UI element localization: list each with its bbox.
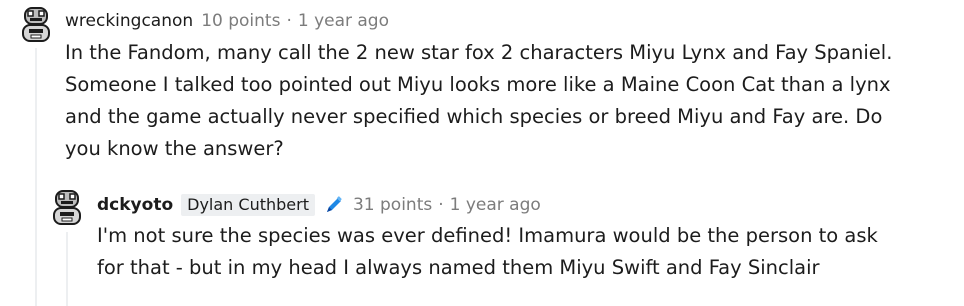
thread-line[interactable] — [66, 232, 68, 306]
separator: · — [286, 11, 292, 31]
comment-meta: wreckingcanon 10 points · 1 year ago — [65, 11, 389, 31]
author-username[interactable]: dckyoto — [97, 195, 173, 215]
score: 10 points — [201, 11, 281, 31]
timestamp[interactable]: 1 year ago — [450, 195, 541, 215]
pixel-avatar-icon[interactable] — [21, 7, 51, 43]
pencil-icon — [326, 196, 342, 212]
comment-body: In the Fandom, many call the 2 new star … — [65, 41, 893, 160]
author-username[interactable]: wreckingcanon — [65, 11, 193, 31]
pixel-avatar-icon[interactable] — [52, 190, 82, 226]
timestamp[interactable]: 1 year ago — [298, 11, 389, 31]
comment-meta: dckyoto Dylan Cuthbert 31 points · 1 yea… — [97, 194, 541, 216]
score: 31 points — [352, 195, 433, 215]
separator: · — [438, 195, 444, 215]
comment-body: I'm not sure the species was ever define… — [97, 224, 878, 279]
user-flair: Dylan Cuthbert — [181, 194, 315, 216]
thread-line[interactable] — [35, 48, 37, 306]
